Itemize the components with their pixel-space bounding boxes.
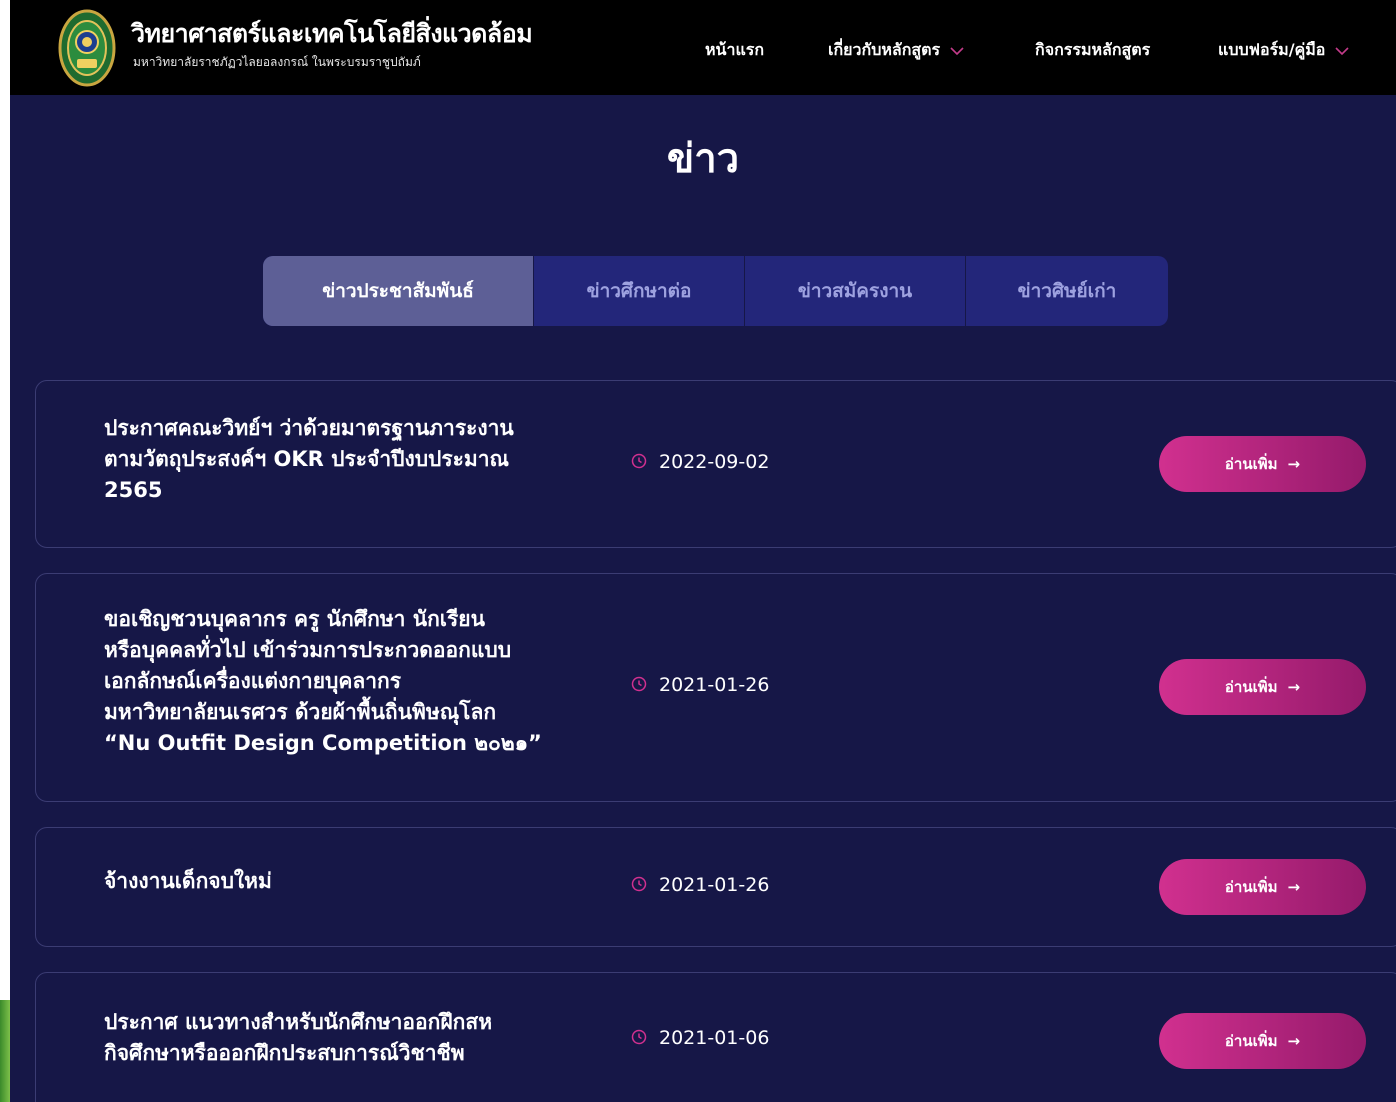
arrow-right-icon: → xyxy=(1287,455,1301,473)
chevron-down-icon xyxy=(950,46,964,55)
news-title-line: “Nu Outfit Design Competition ๒๐๒๑” xyxy=(104,731,542,755)
read-more-label: อ่านเพิ่ม xyxy=(1224,455,1278,473)
news-card: ขอเชิญชวนบุคลากร ครู นักศึกษา นักเรียน ห… xyxy=(35,573,1396,802)
brand-title[interactable]: วิทยาศาสตร์และเทคโนโลยีสิ่งแวดล้อม xyxy=(131,14,533,54)
tab-label: ข่าวสมัครงาน xyxy=(797,280,913,302)
clock-icon xyxy=(631,1029,647,1045)
tab-label: ข่าวศิษย์เก่า xyxy=(1017,280,1117,302)
news-date-text: 2021-01-26 xyxy=(659,874,770,896)
tab-alumni[interactable]: ข่าวศิษย์เก่า xyxy=(965,256,1168,326)
nav-forms-manuals[interactable]: แบบฟอร์ม/คู่มือ xyxy=(1218,38,1349,63)
news-title-line: หรือบุคคลทั่วไป เข้าร่วมการประกวดออกแบบ xyxy=(104,638,512,662)
news-title-line: จ้างงานเด็กจบใหม่ xyxy=(104,869,272,893)
news-title-line: เอกลักษณ์เครื่องแต่งกายบุคลากร xyxy=(104,669,402,693)
news-title-line: ขอเชิญชวนบุคลากร ครู นักศึกษา นักเรียน xyxy=(104,607,485,631)
clock-icon xyxy=(631,876,647,892)
news-title[interactable]: จ้างงานเด็กจบใหม่ xyxy=(104,866,604,897)
university-logo[interactable] xyxy=(58,9,116,87)
read-more-button[interactable]: อ่านเพิ่ม → xyxy=(1159,1013,1366,1069)
news-date-text: 2021-01-26 xyxy=(659,674,770,696)
tab-label: ข่าวประชาสัมพันธ์ xyxy=(322,280,474,302)
news-card: จ้างงานเด็กจบใหม่ 2021-01-26 อ่านเพิ่ม → xyxy=(35,827,1396,947)
arrow-right-icon: → xyxy=(1287,678,1301,696)
read-more-label: อ่านเพิ่ม xyxy=(1224,1032,1278,1050)
tab-public-relations[interactable]: ข่าวประชาสัมพันธ์ xyxy=(263,256,533,326)
news-title-line: 2565 xyxy=(104,478,163,502)
left-edge-strip xyxy=(0,0,10,1102)
news-date: 2021-01-06 xyxy=(631,1027,769,1049)
read-more-label: อ่านเพิ่ม xyxy=(1224,878,1278,896)
nav-home-label: หน้าแรก xyxy=(705,40,765,59)
arrow-right-icon: → xyxy=(1287,878,1301,896)
news-date-text: 2022-09-02 xyxy=(659,451,770,473)
news-card: ประกาศคณะวิทย์ฯ ว่าด้วยมาตรฐานภาระงาน ตา… xyxy=(35,380,1396,548)
news-date: 2022-09-02 xyxy=(631,451,769,473)
read-more-button[interactable]: อ่านเพิ่ม → xyxy=(1159,859,1366,915)
news-title-line: ประกาศ แนวทางสำหรับนักศึกษาออกฝึกสห xyxy=(104,1010,493,1034)
tab-further-study[interactable]: ข่าวศึกษาต่อ xyxy=(533,256,744,326)
news-title-line: ประกาศคณะวิทย์ฯ ว่าด้วยมาตรฐานภาระงาน xyxy=(104,416,514,440)
news-date: 2021-01-26 xyxy=(631,874,769,896)
news-category-tabs: ข่าวประชาสัมพันธ์ ข่าวศึกษาต่อ ข่าวสมัคร… xyxy=(263,256,1168,326)
read-more-button[interactable]: อ่านเพิ่ม → xyxy=(1159,436,1366,492)
news-title-line: ตามวัตถุประสงค์ฯ OKR ประจำปีงบประมาณ xyxy=(104,447,510,471)
news-title[interactable]: ประกาศ แนวทางสำหรับนักศึกษาออกฝึกสห กิจศ… xyxy=(104,1007,604,1069)
nav-home[interactable]: หน้าแรก xyxy=(705,38,764,63)
tab-jobs[interactable]: ข่าวสมัครงาน xyxy=(744,256,965,326)
news-title[interactable]: ประกาศคณะวิทย์ฯ ว่าด้วยมาตรฐานภาระงาน ตา… xyxy=(104,413,604,506)
news-card: ประกาศ แนวทางสำหรับนักศึกษาออกฝึกสห กิจศ… xyxy=(35,972,1396,1102)
nav-program-activities-label: กิจกรรมหลักสูตร xyxy=(1035,40,1151,59)
nav-about-program-label: เกี่ยวกับหลักสูตร xyxy=(828,40,941,59)
read-more-button[interactable]: อ่านเพิ่ม → xyxy=(1159,659,1366,715)
page: วิทยาศาสตร์และเทคโนโลยีสิ่งแวดล้อม มหาวิ… xyxy=(10,0,1396,1102)
nav-forms-manuals-label: แบบฟอร์ม/คู่มือ xyxy=(1218,40,1326,59)
news-date-text: 2021-01-06 xyxy=(659,1027,770,1049)
nav-program-activities[interactable]: กิจกรรมหลักสูตร xyxy=(1035,38,1150,63)
news-title-line: มหาวิทยาลัยนเรศวร ด้วยผ้าพื้นถิ่นพิษณุโล… xyxy=(104,700,497,724)
page-title: ข่าว xyxy=(666,136,740,182)
news-title-line: กิจศึกษาหรือออกฝึกประสบการณ์วิชาชีพ xyxy=(104,1041,465,1065)
clock-icon xyxy=(631,453,647,469)
news-title[interactable]: ขอเชิญชวนบุคลากร ครู นักศึกษา นักเรียน ห… xyxy=(104,604,604,759)
top-navbar: วิทยาศาสตร์และเทคโนโลยีสิ่งแวดล้อม มหาวิ… xyxy=(10,0,1396,95)
read-more-label: อ่านเพิ่ม xyxy=(1224,678,1278,696)
left-edge-accent xyxy=(0,1000,10,1102)
tab-label: ข่าวศึกษาต่อ xyxy=(586,280,692,302)
brand-subtitle: มหาวิทยาลัยราชภัฏวไลยอลงกรณ์ ในพระบรมราช… xyxy=(133,55,421,69)
clock-icon xyxy=(631,676,647,692)
chevron-down-icon xyxy=(1335,46,1349,55)
arrow-right-icon: → xyxy=(1287,1032,1301,1050)
news-date: 2021-01-26 xyxy=(631,674,769,696)
nav-about-program[interactable]: เกี่ยวกับหลักสูตร xyxy=(828,38,964,63)
